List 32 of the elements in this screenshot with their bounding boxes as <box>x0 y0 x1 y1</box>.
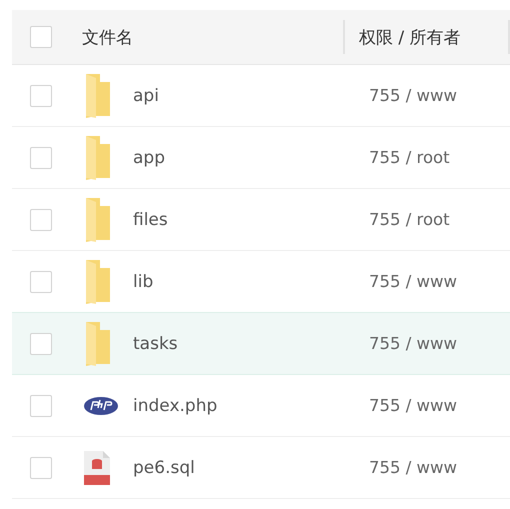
file-name[interactable]: api <box>133 86 159 106</box>
permission-owner: 755 / www <box>369 396 458 415</box>
folder-icon <box>84 198 112 242</box>
file-name[interactable]: pe6.sql <box>133 458 195 478</box>
row-checkbox[interactable] <box>30 270 52 292</box>
permission-owner: 755 / www <box>369 86 458 105</box>
php-logo-icon <box>84 396 118 416</box>
sql-file-icon <box>84 450 110 484</box>
row-checkbox[interactable] <box>30 456 52 478</box>
row-checkbox[interactable] <box>30 208 52 230</box>
permission-owner: 755 / root <box>369 148 450 167</box>
column-header: 文件名 <box>82 26 133 48</box>
folder-icon <box>84 136 112 180</box>
row-checkbox[interactable] <box>30 394 52 416</box>
row-checkbox[interactable] <box>30 332 52 354</box>
select-all-checkbox[interactable] <box>30 26 52 48</box>
folder-icon <box>84 260 112 304</box>
permission-owner: 755 / root <box>369 210 450 229</box>
column-header: 权限 / 所有者 <box>359 26 461 48</box>
row-checkbox[interactable] <box>30 146 52 168</box>
permission-owner: 755 / www <box>369 272 458 291</box>
file-name[interactable]: app <box>133 148 165 168</box>
folder-icon <box>84 322 112 366</box>
permission-owner: 755 / www <box>369 458 458 477</box>
folder-icon <box>84 74 112 118</box>
row-checkbox[interactable] <box>30 84 52 106</box>
file-row[interactable]: tasks 755 / www <box>12 312 510 375</box>
file-name[interactable]: lib <box>133 272 154 292</box>
file-name[interactable]: files <box>133 210 168 230</box>
file-name[interactable]: tasks <box>133 334 178 354</box>
permission-owner: 755 / www <box>369 334 458 353</box>
file-name[interactable]: index.php <box>133 396 218 416</box>
